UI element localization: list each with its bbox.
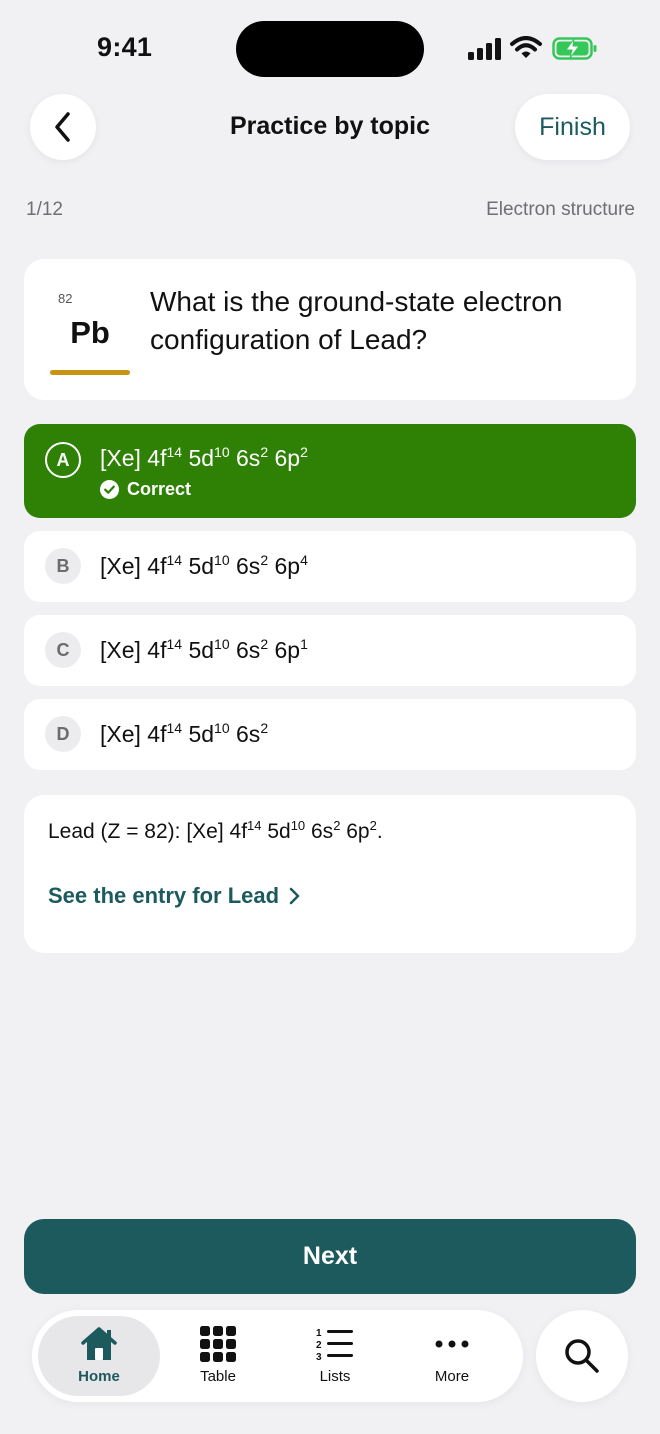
option-text: [Xe] 4f14 5d10 6s2	[100, 720, 269, 747]
back-button[interactable]	[30, 94, 96, 160]
element-symbol: Pb	[70, 315, 110, 350]
question-text: What is the ground-state electron config…	[150, 286, 563, 355]
check-circle-icon	[100, 480, 119, 499]
question-progress: 1/12	[26, 199, 63, 220]
tab-more[interactable]: More	[391, 1316, 513, 1396]
tab-label: Table	[200, 1368, 236, 1385]
option-b[interactable]: B [Xe] 4f14 5d10 6s2 6p4	[24, 531, 636, 602]
correct-label: Correct	[127, 479, 192, 499]
finish-button[interactable]: Finish	[515, 94, 630, 160]
status-bar: 9:41	[0, 0, 660, 96]
svg-text:2: 2	[316, 1340, 322, 1351]
option-c[interactable]: C [Xe] 4f14 5d10 6s2 6p1	[24, 615, 636, 686]
tab-bar: Home Table 1 2 3 Lists More	[32, 1310, 523, 1402]
option-letter-badge: A	[45, 442, 81, 478]
battery-charging-icon	[552, 37, 597, 60]
grid-icon	[200, 1326, 236, 1362]
tab-label: Home	[78, 1368, 120, 1385]
list-icon: 1 2 3	[316, 1328, 353, 1362]
option-letter-badge: B	[45, 548, 81, 584]
svg-text:3: 3	[316, 1352, 322, 1362]
search-icon	[565, 1339, 599, 1373]
see-entry-link[interactable]: See the entry for Lead	[48, 883, 300, 909]
explanation-text: Lead (Z = 82): [Xe] 4f14 5d10 6s2 6p2.	[48, 818, 383, 843]
option-text: [Xe] 4f14 5d10 6s2 6p2	[100, 444, 308, 471]
tab-lists[interactable]: 1 2 3 Lists	[274, 1316, 396, 1396]
option-text: [Xe] 4f14 5d10 6s2 6p1	[100, 636, 308, 663]
option-letter-badge: D	[45, 716, 81, 752]
wifi-icon	[510, 36, 542, 58]
explanation-card: Lead (Z = 82): [Xe] 4f14 5d10 6s2 6p2. S…	[24, 795, 636, 953]
chevron-right-icon	[289, 887, 300, 905]
category-color-bar	[50, 370, 130, 375]
question-card: 82 Pb What is the ground-state electron …	[24, 259, 636, 400]
option-d[interactable]: D [Xe] 4f14 5d10 6s2	[24, 699, 636, 770]
status-time: 9:41	[97, 32, 153, 62]
chevron-left-icon	[55, 112, 70, 142]
nav-bar: Practice by topic Finish	[0, 94, 660, 160]
tab-home[interactable]: Home	[38, 1316, 160, 1396]
element-tile: 82 Pb	[50, 285, 130, 375]
atomic-number: 82	[58, 291, 73, 306]
option-letter-badge: C	[45, 632, 81, 668]
correct-feedback: Correct	[100, 479, 191, 500]
option-text: [Xe] 4f14 5d10 6s2 6p4	[100, 552, 308, 579]
next-button[interactable]: Next	[24, 1219, 636, 1294]
tab-table[interactable]: Table	[157, 1316, 279, 1396]
topic-label: Electron structure	[486, 199, 635, 220]
more-icon	[435, 1340, 469, 1348]
svg-text:1: 1	[316, 1328, 322, 1339]
cellular-signal-icon	[468, 38, 501, 60]
tab-label: More	[434, 1368, 470, 1385]
see-entry-label: See the entry for Lead	[48, 883, 280, 908]
home-icon	[81, 1327, 117, 1360]
option-a[interactable]: A [Xe] 4f14 5d10 6s2 6p2 Correct	[24, 424, 636, 518]
search-button[interactable]	[536, 1310, 628, 1402]
dynamic-island	[236, 21, 424, 77]
tab-label: Lists	[319, 1368, 351, 1385]
